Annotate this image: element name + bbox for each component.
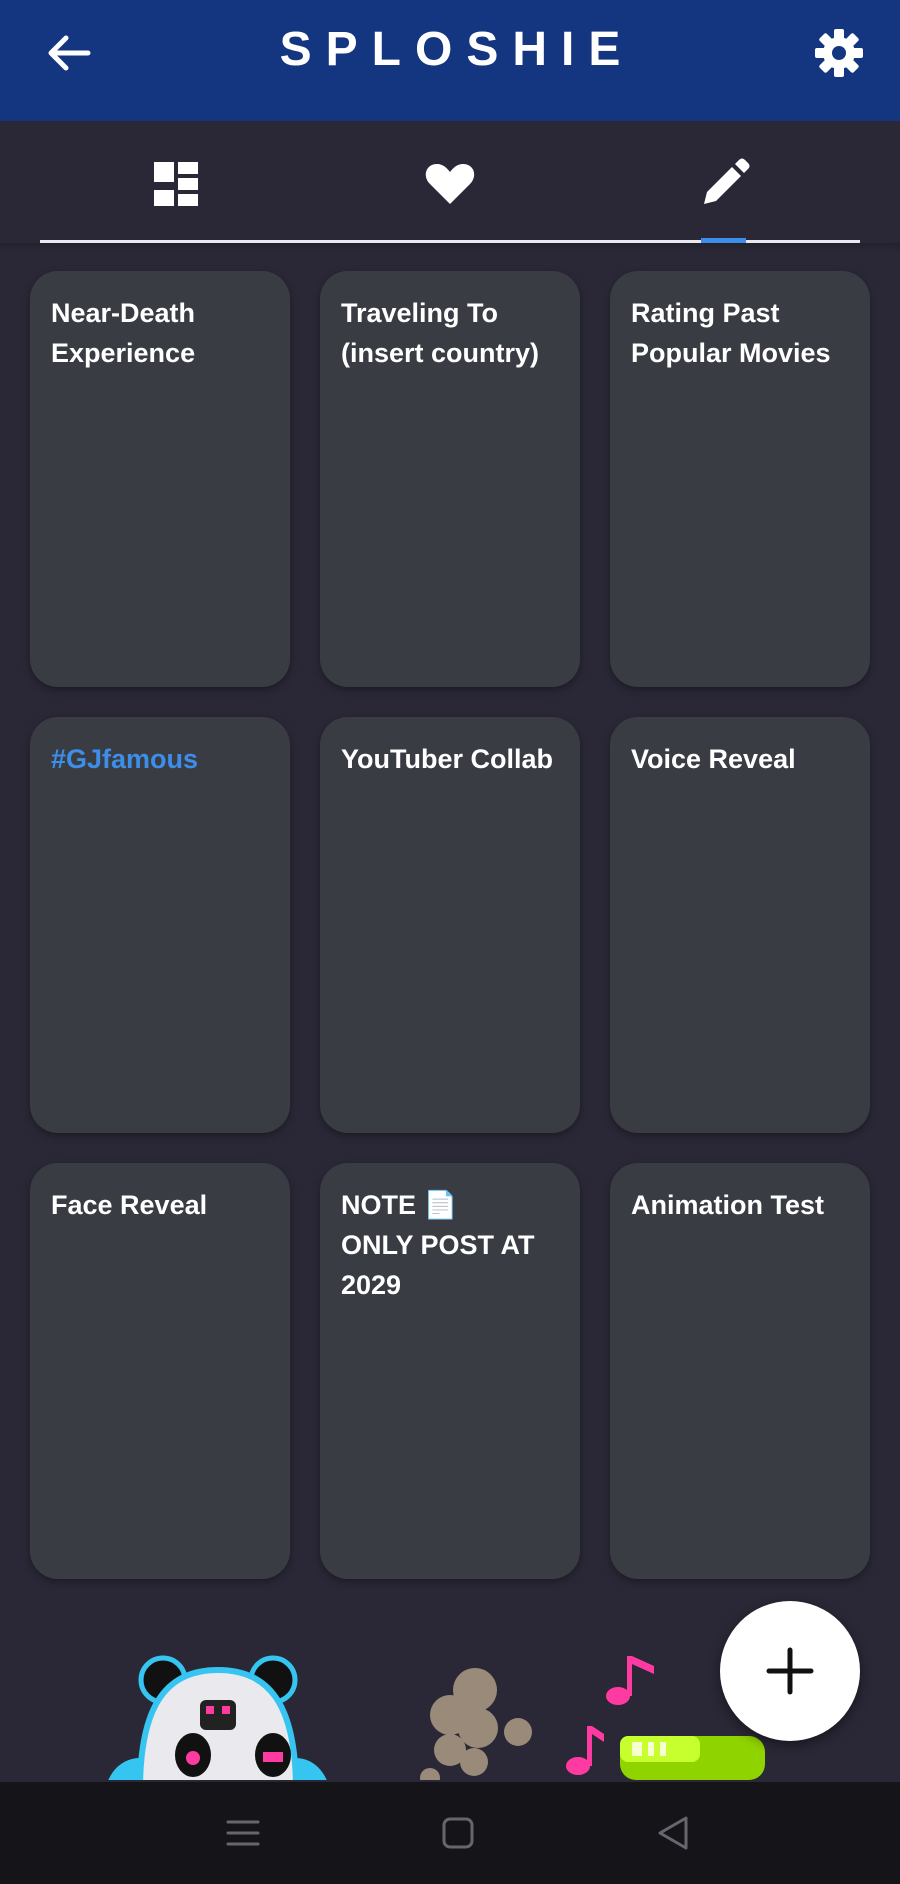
app-bar: SPLOSHIE <box>0 0 900 121</box>
draft-card[interactable]: YouTuber Collab <box>320 717 580 1133</box>
plus-icon <box>766 1647 814 1695</box>
green-car-icon <box>620 1736 765 1780</box>
back-triangle-icon <box>658 1816 688 1850</box>
draft-card[interactable]: #GJfamous <box>30 717 290 1133</box>
draft-card[interactable]: Voice Reveal <box>610 717 870 1133</box>
dashboard-icon <box>154 162 198 206</box>
draft-card-title: Near-Death Experience <box>51 298 196 368</box>
draft-card[interactable]: Rating Past Popular Movies <box>610 271 870 687</box>
recent-apps-button[interactable] <box>220 1810 266 1856</box>
home-button[interactable] <box>435 1810 481 1856</box>
system-nav-bar <box>0 1782 900 1884</box>
draft-card[interactable]: Traveling To (insert country) <box>320 271 580 687</box>
draft-card-title: NOTE 📄 ONLY POST AT 2029 <box>341 1190 535 1300</box>
add-draft-button[interactable] <box>720 1601 860 1741</box>
draft-card[interactable]: Near-Death Experience <box>30 271 290 687</box>
tab-dashboard[interactable] <box>146 154 206 214</box>
draft-card-title: Traveling To (insert country) <box>341 298 540 368</box>
draft-card[interactable]: Face Reveal <box>30 1163 290 1579</box>
draft-card-title: Rating Past Popular Movies <box>631 298 831 368</box>
system-back-button[interactable] <box>650 1810 696 1856</box>
draft-card-title: Face Reveal <box>51 1190 208 1220</box>
pencil-icon <box>704 158 750 204</box>
menu-icon <box>226 1820 260 1846</box>
heart-icon <box>425 164 475 204</box>
smoke-puff-icon <box>420 1668 532 1780</box>
home-square-icon <box>442 1817 474 1849</box>
settings-button[interactable] <box>812 26 866 80</box>
draft-card-title: Animation Test <box>631 1190 825 1220</box>
tab-edit[interactable] <box>694 154 754 214</box>
draft-card-title: Voice Reveal <box>631 744 796 774</box>
tab-favorites[interactable] <box>420 154 480 214</box>
panda-mascot-icon <box>108 1655 327 1780</box>
draft-card-hashtag[interactable]: #GJfamous <box>51 739 274 779</box>
gear-icon <box>815 29 863 77</box>
draft-card[interactable]: Animation Test <box>610 1163 870 1579</box>
tab-bar <box>0 121 900 244</box>
draft-card[interactable]: NOTE 📄 ONLY POST AT 2029 <box>320 1163 580 1579</box>
app-title: SPLOSHIE <box>279 23 635 76</box>
tab-bar-shadow <box>0 243 900 253</box>
draft-card-title: YouTuber Collab <box>341 744 553 774</box>
